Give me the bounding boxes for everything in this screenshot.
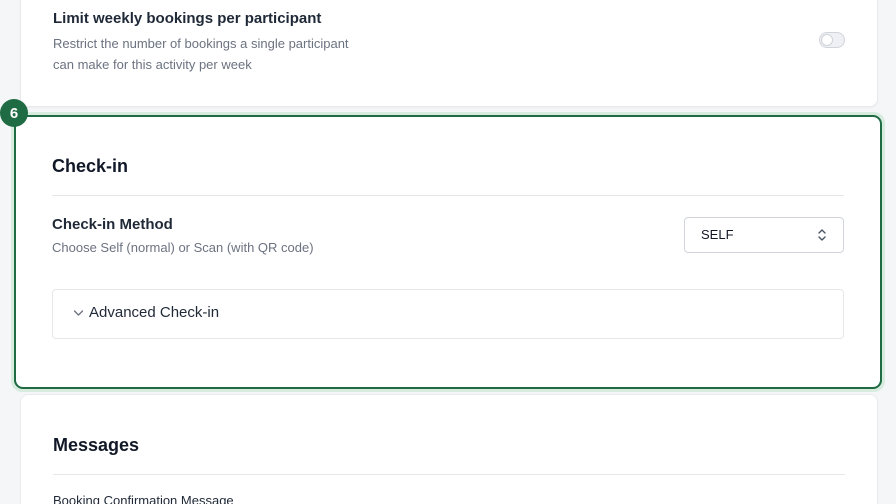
booking-limits-card: Limit weekly bookings per participant Re… (20, 0, 878, 107)
limit-weekly-title: Limit weekly bookings per participant (53, 10, 322, 27)
step-badge: 6 (0, 99, 28, 127)
messages-card: Messages Booking Confirmation Message (20, 394, 878, 504)
checkin-method-select[interactable]: SELF (684, 217, 844, 253)
checkin-card: Check-in Check-in Method Choose Self (no… (14, 115, 882, 389)
toggle-knob (822, 35, 832, 45)
chevron-down-icon (73, 310, 84, 316)
checkin-divider (52, 195, 844, 196)
chevron-up-down-icon (818, 229, 826, 241)
limit-weekly-toggle[interactable] (819, 32, 845, 48)
limit-weekly-description: Restrict the number of bookings a single… (53, 36, 349, 72)
messages-section-title: Messages (53, 435, 140, 455)
page: Limit weekly bookings per participant Re… (0, 0, 896, 504)
checkin-method-value: SELF (701, 227, 734, 242)
messages-divider (53, 474, 845, 475)
checkin-section-title: Check-in (52, 156, 129, 176)
advanced-checkin-accordion[interactable]: Advanced Check-in (52, 289, 844, 339)
advanced-checkin-label: Advanced Check-in (89, 304, 220, 321)
checkin-method-description: Choose Self (normal) or Scan (with QR co… (52, 240, 314, 255)
checkin-method-title: Check-in Method (52, 216, 173, 233)
booking-confirmation-message-label: Booking Confirmation Message (53, 493, 234, 504)
